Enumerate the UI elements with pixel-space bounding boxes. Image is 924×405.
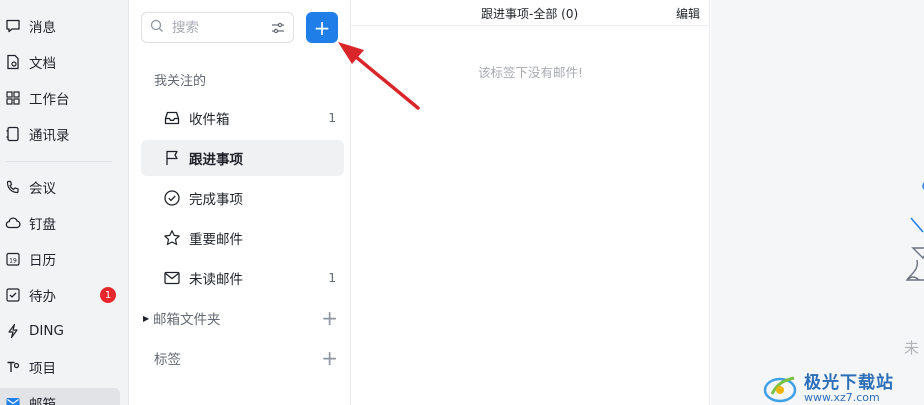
mail-folder-panel: + 我关注的 收件箱 1 跟进事项 完成事项 重要邮件 未读邮件 1 ▶ 邮箱文…	[129, 0, 351, 405]
left-navigation: 消息 文档 工作台 通讯录 会议 钉盘 19 日历 待办 1 DING 项目 邮…	[0, 0, 129, 405]
nav-label: 待办	[29, 289, 56, 305]
document-icon	[5, 54, 21, 70]
nav-item-messages[interactable]: 消息	[0, 11, 120, 41]
folder-count: 1	[328, 271, 336, 285]
inbox-icon	[163, 109, 181, 127]
list-header: 跟进事项-全部 (0) 编辑	[351, 0, 710, 26]
tags-label: 标签	[154, 352, 181, 368]
nav-label: 消息	[29, 20, 56, 36]
nav-label: 邮箱	[29, 397, 56, 405]
add-folder-button[interactable]: +	[321, 308, 338, 328]
nav-item-todo[interactable]: 待办 1	[0, 280, 120, 310]
preview-empty-text: 未	[904, 339, 920, 357]
caret-right-icon[interactable]: ▶	[143, 314, 153, 323]
nav-item-contacts[interactable]: 通讯录	[0, 119, 120, 149]
nav-label: 钉盘	[29, 217, 56, 233]
folder-unread[interactable]: 未读邮件 1	[141, 260, 344, 296]
check-circle-icon	[163, 189, 181, 207]
search-input[interactable]	[172, 19, 262, 36]
mail-folders-label: 邮箱文件夹	[153, 312, 221, 328]
message-icon	[5, 18, 21, 34]
meeting-icon	[5, 179, 21, 195]
watermark-title: 极光下载站	[804, 373, 894, 393]
watermark-url: www.xz7.com	[804, 391, 880, 404]
nav-item-workbench[interactable]: 工作台	[0, 83, 120, 113]
tags-group[interactable]: 标签 +	[141, 343, 344, 373]
mail-folders-group[interactable]: ▶ 邮箱文件夹 +	[141, 303, 344, 333]
ding-icon	[5, 323, 21, 339]
contacts-icon	[5, 126, 21, 142]
edit-button[interactable]: 编辑	[676, 5, 700, 22]
cloud-drive-icon	[5, 215, 21, 231]
nav-label: 会议	[29, 181, 56, 197]
star-icon	[163, 229, 181, 247]
nav-label: DING	[29, 323, 64, 339]
flag-icon	[163, 149, 181, 167]
folder-inbox[interactable]: 收件箱 1	[141, 100, 344, 136]
search-icon	[150, 19, 164, 37]
folder-important[interactable]: 重要邮件	[141, 220, 344, 256]
empty-illustration-icon	[905, 182, 924, 281]
folder-label: 重要邮件	[189, 232, 243, 248]
annotation-arrow	[338, 42, 420, 110]
todo-icon	[5, 287, 21, 303]
folder-follow-up[interactable]: 跟进事项	[141, 140, 344, 176]
watermark: 极光下载站 www.xz7.com	[762, 374, 894, 404]
following-section-title: 我关注的	[154, 74, 207, 89]
preview-panel: 未	[711, 0, 924, 405]
nav-item-project[interactable]: 项目	[0, 352, 120, 382]
nav-item-drive[interactable]: 钉盘	[0, 208, 120, 238]
nav-item-mail[interactable]: 邮箱	[0, 388, 120, 405]
nav-label: 项目	[29, 361, 56, 377]
calendar-icon: 19	[5, 251, 21, 267]
folder-label: 完成事项	[189, 192, 243, 208]
folder-completed[interactable]: 完成事项	[141, 180, 344, 216]
nav-label: 工作台	[29, 92, 70, 108]
nav-item-ding[interactable]: DING	[0, 316, 120, 346]
mail-icon	[5, 395, 21, 405]
search-box[interactable]	[141, 12, 294, 43]
folder-label: 跟进事项	[189, 152, 243, 168]
nav-divider	[6, 161, 112, 162]
filter-icon[interactable]	[271, 21, 285, 35]
nav-label: 文档	[29, 56, 56, 72]
nav-item-docs[interactable]: 文档	[0, 47, 120, 77]
envelope-icon	[163, 269, 181, 287]
todo-badge: 1	[100, 287, 116, 303]
nav-item-calendar[interactable]: 19 日历	[0, 244, 120, 274]
add-tag-button[interactable]: +	[321, 348, 338, 368]
watermark-text: 极光下载站 www.xz7.com	[804, 374, 894, 404]
nav-label: 通讯录	[29, 128, 70, 144]
workbench-icon	[5, 90, 21, 106]
watermark-logo-icon	[763, 376, 797, 403]
folder-label: 收件箱	[189, 112, 230, 128]
nav-item-meeting[interactable]: 会议	[0, 172, 120, 202]
list-title: 跟进事项-全部 (0)	[481, 7, 579, 21]
project-icon	[5, 359, 21, 375]
folder-label: 未读邮件	[189, 272, 243, 288]
svg-text:19: 19	[9, 258, 17, 265]
nav-label: 日历	[29, 253, 56, 269]
